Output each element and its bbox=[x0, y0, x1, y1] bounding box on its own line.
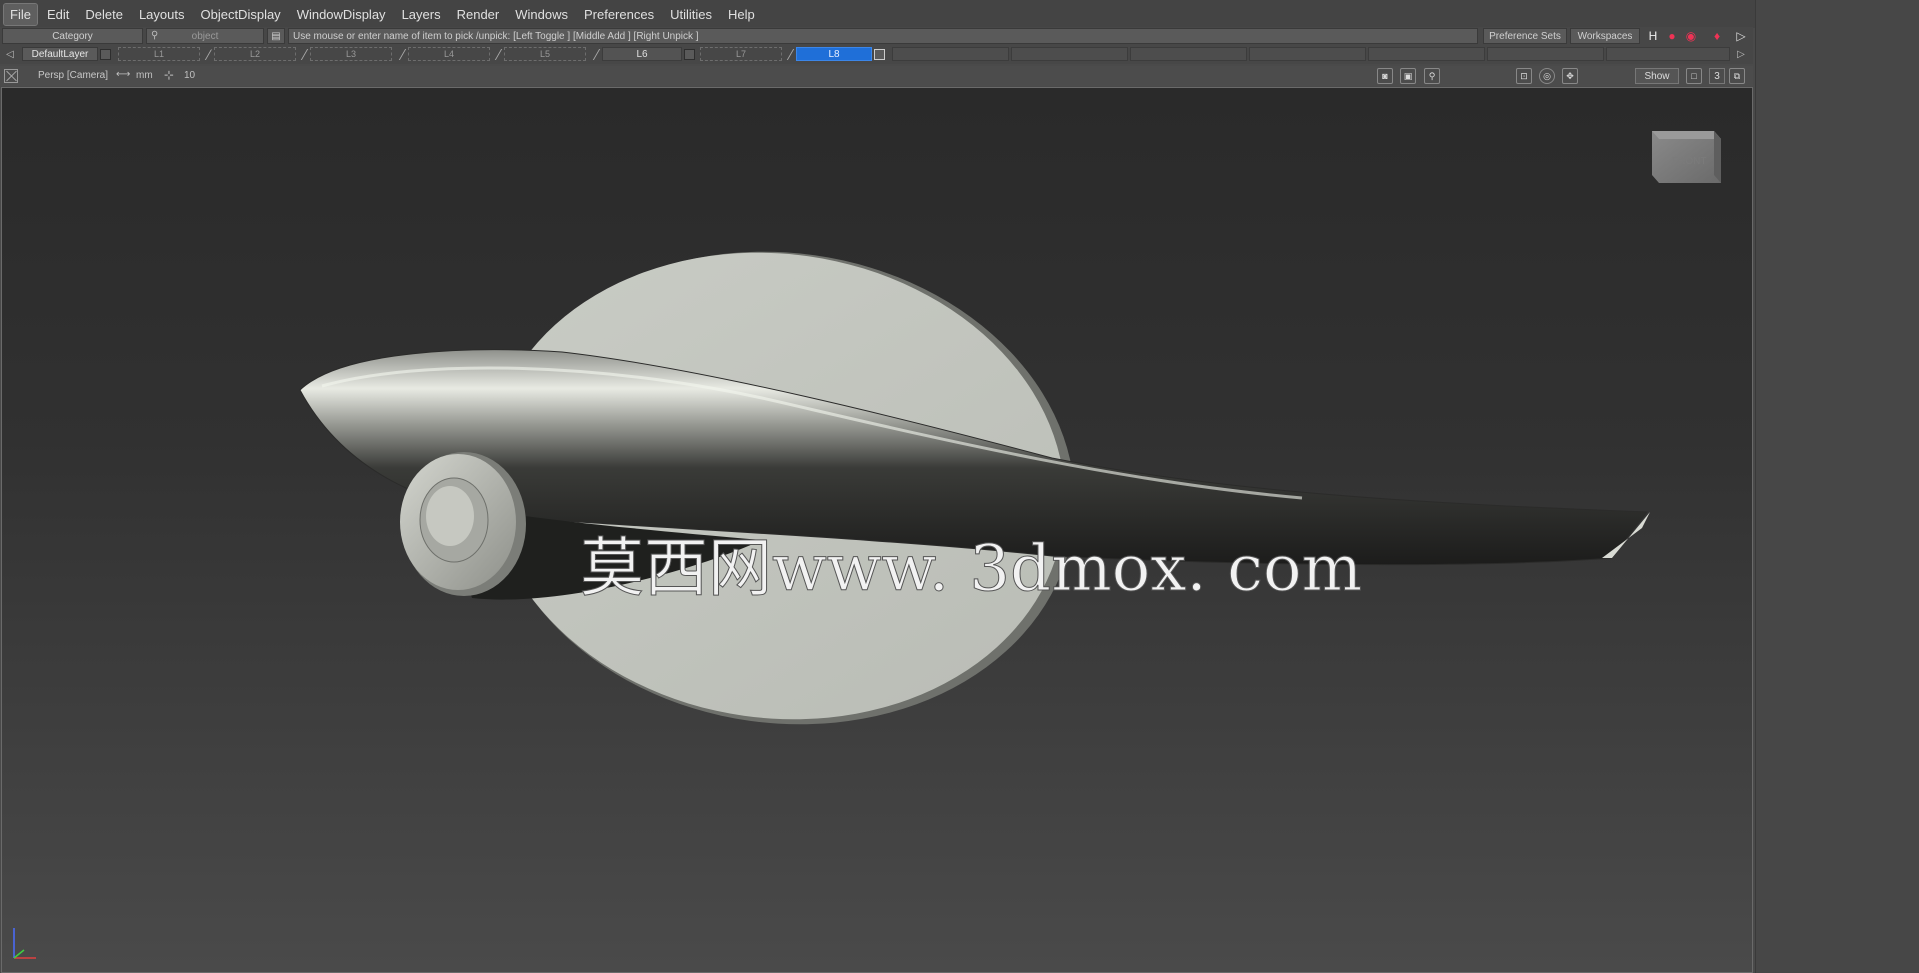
snap-icon[interactable]: ⊡ bbox=[1516, 68, 1532, 84]
layer-slot-empty[interactable] bbox=[1487, 47, 1604, 61]
scene-canvas[interactable]: 莫西网www. 3dmox. com FRONT bbox=[2, 88, 1753, 973]
menu-bar: File Edit Delete Layouts ObjectDisplay W… bbox=[0, 0, 1919, 28]
object-pick-field[interactable]: ⚲ object bbox=[146, 28, 264, 44]
prompt-line[interactable]: Use mouse or enter name of item to pick … bbox=[288, 28, 1478, 44]
zoom-icon[interactable]: ⚲ bbox=[1424, 68, 1440, 84]
menu-help[interactable]: Help bbox=[722, 4, 761, 25]
viewport-close-icon[interactable] bbox=[4, 69, 18, 83]
layer-slot-empty[interactable] bbox=[1368, 47, 1485, 61]
axis-triad bbox=[13, 928, 36, 959]
layer-l8-swatch[interactable] bbox=[874, 49, 885, 60]
viewport-grid-value: 10 bbox=[184, 70, 196, 81]
h-icon[interactable]: H bbox=[1645, 28, 1661, 44]
viewport-title[interactable]: Persp [Camera] bbox=[38, 70, 108, 81]
menu-preferences[interactable]: Preferences bbox=[578, 4, 660, 25]
right-side-panel bbox=[1755, 0, 1919, 973]
pick-toolbar: Category ⚲ object ▤ Use mouse or enter n… bbox=[0, 27, 1753, 45]
maximize-icon[interactable]: ⧉ bbox=[1729, 68, 1745, 84]
layer-slot-empty[interactable] bbox=[1011, 47, 1128, 61]
frame-icon[interactable]: □ bbox=[1686, 68, 1702, 84]
move-icon[interactable]: ✥ bbox=[1562, 68, 1578, 84]
alias-app-window: File Edit Delete Layouts ObjectDisplay W… bbox=[0, 0, 1919, 973]
sphere-icon[interactable]: ◎ bbox=[1539, 68, 1555, 84]
unit-arrows-icon: ⟷ bbox=[116, 69, 131, 80]
marker-icon[interactable]: ♦ bbox=[1709, 28, 1725, 44]
menu-file[interactable]: File bbox=[3, 2, 38, 26]
layer-scroll-right-icon[interactable]: ▷ bbox=[1735, 47, 1747, 61]
layer-l8[interactable]: L8 bbox=[796, 47, 872, 61]
layer-l4[interactable]: L4 bbox=[408, 47, 490, 61]
layer-default-swatch[interactable] bbox=[100, 49, 111, 60]
view-cube-label: FRONT bbox=[1672, 156, 1706, 167]
viewport-unit: mm bbox=[136, 70, 153, 81]
pick-search-icon: ⚲ bbox=[151, 30, 159, 41]
record-icon[interactable]: ● bbox=[1664, 28, 1680, 44]
layer-l6[interactable]: L6 bbox=[602, 47, 682, 61]
perspective-viewport[interactable]: 莫西网www. 3dmox. com FRONT bbox=[1, 87, 1753, 973]
layer-slot-empty[interactable] bbox=[1606, 47, 1730, 61]
menu-utilities[interactable]: Utilities bbox=[664, 4, 718, 25]
viewport-header: Persp [Camera] ⟷ mm ⊹ 10 ◙ ▣ ⚲ ⊡ ◎ ✥ Sho… bbox=[0, 66, 1753, 86]
view-cube[interactable]: FRONT bbox=[1652, 131, 1721, 183]
category-dropdown[interactable]: Category bbox=[2, 28, 143, 44]
menu-layers[interactable]: Layers bbox=[396, 4, 447, 25]
record-alt-icon[interactable]: ◉ bbox=[1683, 28, 1699, 44]
watermark-text: 莫西网www. 3dmox. com bbox=[580, 532, 1362, 606]
menu-windows[interactable]: Windows bbox=[509, 4, 574, 25]
layer-slot-empty[interactable] bbox=[1130, 47, 1247, 61]
layer-default[interactable]: DefaultLayer bbox=[22, 47, 98, 61]
layer-slot-empty[interactable] bbox=[892, 47, 1009, 61]
menu-windowdisplay[interactable]: WindowDisplay bbox=[291, 4, 392, 25]
prompt-list-icon[interactable]: ▤ bbox=[267, 28, 285, 44]
workspaces-button[interactable]: Workspaces bbox=[1570, 28, 1640, 44]
layer-l1[interactable]: L1 bbox=[118, 47, 200, 61]
show-button[interactable]: Show bbox=[1635, 68, 1679, 84]
layer-l5[interactable]: L5 bbox=[504, 47, 586, 61]
menu-delete[interactable]: Delete bbox=[79, 4, 129, 25]
layer-scroll-left-icon[interactable]: ◁ bbox=[4, 47, 16, 61]
layer-l2[interactable]: L2 bbox=[214, 47, 296, 61]
preference-sets-button[interactable]: Preference Sets bbox=[1483, 28, 1567, 44]
layer-l3[interactable]: L3 bbox=[310, 47, 392, 61]
hub-surface[interactable] bbox=[400, 452, 526, 596]
menu-render[interactable]: Render bbox=[451, 4, 506, 25]
film-icon[interactable]: ▣ bbox=[1400, 68, 1416, 84]
camera-icon[interactable]: ◙ bbox=[1377, 68, 1393, 84]
layer-l6-swatch[interactable] bbox=[684, 49, 695, 60]
layer-bar: ◁ DefaultLayer L1 L2 L3 L4 L5 L6 L7 L8 ▷ bbox=[0, 45, 1753, 64]
object-placeholder: object bbox=[191, 30, 219, 42]
viewport-count[interactable]: 3 bbox=[1709, 68, 1725, 84]
layer-slot-empty[interactable] bbox=[1249, 47, 1366, 61]
grid-icon: ⊹ bbox=[164, 68, 175, 82]
menu-layouts[interactable]: Layouts bbox=[133, 4, 191, 25]
menu-edit[interactable]: Edit bbox=[41, 4, 75, 25]
layer-l7[interactable]: L7 bbox=[700, 47, 782, 61]
play-icon[interactable]: ▷ bbox=[1733, 28, 1749, 44]
menu-objectdisplay[interactable]: ObjectDisplay bbox=[194, 4, 286, 25]
